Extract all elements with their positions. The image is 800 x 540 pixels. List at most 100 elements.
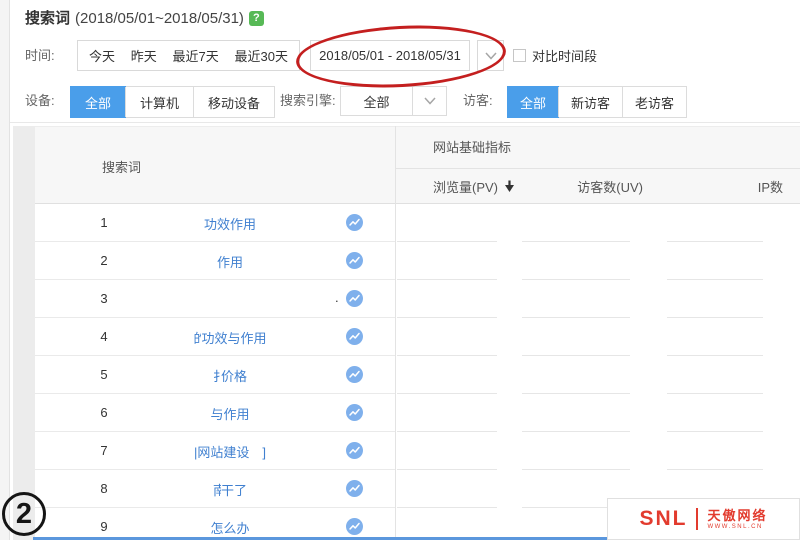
row-number: 3 <box>100 291 108 306</box>
page-title: 搜索词 (2018/05/01~2018/05/31)? <box>25 7 264 28</box>
keyword-link[interactable]: 功效作用 <box>204 214 256 233</box>
keyword-link[interactable]: 功效与作用 <box>201 328 266 347</box>
keyword-link[interactable]: 与作用 <box>210 404 249 423</box>
keyword-cell: 功效作用 <box>130 204 330 242</box>
step-number: 2 <box>15 497 33 530</box>
row-number: 8 <box>100 481 108 496</box>
help-icon[interactable]: ? <box>248 11 264 26</box>
logo-text-stack: 天傲网络 WWW.SNL.CN <box>707 507 768 530</box>
date-dropdown-button[interactable] <box>477 40 504 71</box>
keyword-link[interactable]: 干了 <box>221 480 247 499</box>
sort-desc-icon[interactable] <box>504 180 515 193</box>
col-header-uv[interactable]: 访客数(UV) <box>515 169 655 204</box>
chevron-down-icon <box>484 51 497 60</box>
table-row: 1 功效作用 <box>35 204 800 242</box>
keyword-partial: 南 <box>212 482 221 498</box>
logo-company-name: 天傲网络 <box>707 507 768 523</box>
report-date-range: (2018/05/01~2018/05/31) <box>75 10 244 27</box>
table-row: 7 |网站建设 ] <box>35 432 800 470</box>
row-dot: . <box>335 290 339 305</box>
trend-chart-icon[interactable] <box>346 480 363 497</box>
row-number: 7 <box>100 443 108 458</box>
time-option-yesterday[interactable]: 昨天 <box>131 46 157 65</box>
engine-selected-value: 全部 <box>363 94 390 110</box>
report-title: 搜索词 <box>25 10 71 27</box>
logo-brand: SNL <box>639 507 688 530</box>
table-body: 1 功效作用 2 作用 3 . 4 的 功效与作用 5 扌 价格 6 与作用 7… <box>35 204 800 540</box>
trend-chart-icon[interactable] <box>346 404 363 421</box>
trend-chart-icon[interactable] <box>346 518 363 535</box>
step-number-annotation: 2 <box>2 492 46 536</box>
visitor-option-all[interactable]: 全部 <box>508 87 559 117</box>
engine-dropdown-button[interactable] <box>412 87 446 115</box>
table-row: 5 扌价格 <box>35 356 800 394</box>
filter-panel: 搜索词 (2018/05/01~2018/05/31)? 时间: 今天 昨天 最近… <box>10 0 800 123</box>
device-option-all[interactable]: 全部 <box>71 87 126 117</box>
row-number: 6 <box>100 405 108 420</box>
trend-chart-icon[interactable] <box>346 252 363 269</box>
engine-select[interactable]: 全部 <box>340 86 447 116</box>
keyword-cell: 南干了 <box>130 470 330 508</box>
trend-chart-icon[interactable] <box>346 214 363 231</box>
keyword-partial: 扌 <box>212 368 221 384</box>
chevron-down-icon <box>423 97 436 105</box>
table-left-gutter <box>13 126 35 540</box>
engine-filter-label: 搜索引擎: <box>280 93 336 108</box>
row-number: 1 <box>100 215 108 230</box>
col-header-ip[interactable]: IP数 <box>655 169 800 204</box>
column-divider <box>395 126 396 540</box>
time-filter-label: 时间: <box>25 48 55 63</box>
watermark-logo: SNL 天傲网络 WWW.SNL.CN <box>607 498 800 540</box>
keyword-cell: 怎么办 <box>130 508 330 540</box>
time-quick-select-group: 今天 昨天 最近7天 最近30天 <box>77 40 300 71</box>
row-number: 4 <box>100 329 108 344</box>
keyword-link[interactable]: 作用 <box>217 252 243 271</box>
trend-chart-icon[interactable] <box>346 290 363 307</box>
col-group-site-metrics: 网站基础指标 <box>396 127 800 169</box>
table-header: 搜索词 网站基础指标 浏览量(PV) 访客数(UV) IP数 <box>35 126 800 204</box>
device-option-pc[interactable]: 计算机 <box>125 87 193 117</box>
logo-url: WWW.SNL.CN <box>707 523 763 530</box>
col-header-pv[interactable]: 浏览量(PV) <box>396 169 515 204</box>
search-words-table: 搜索词 网站基础指标 浏览量(PV) 访客数(UV) IP数 1 功效作用 2 … <box>35 126 800 540</box>
search-words-report: 搜索词 (2018/05/01~2018/05/31)? 时间: 今天 昨天 最近… <box>0 0 800 540</box>
keyword-cell <box>130 280 330 318</box>
table-row: 2 作用 <box>35 242 800 280</box>
keyword-cell: 的功效与作用 <box>130 318 330 356</box>
trend-chart-icon[interactable] <box>346 442 363 459</box>
pv-label: 浏览量(PV) <box>432 180 498 195</box>
table-row: 6 与作用 <box>35 394 800 432</box>
col-header-keyword: 搜索词 <box>102 159 142 175</box>
visitor-option-new[interactable]: 新访客 <box>558 87 622 117</box>
keyword-partial: 的 <box>193 330 202 346</box>
row-number: 5 <box>100 367 108 382</box>
keyword-cell: 与作用 <box>130 394 330 432</box>
table-row: 4 的功效与作用 <box>35 318 800 356</box>
time-option-last7days[interactable]: 最近7天 <box>173 46 219 65</box>
time-option-last30days[interactable]: 最近30天 <box>235 46 288 65</box>
time-option-today[interactable]: 今天 <box>89 46 115 65</box>
row-number: 2 <box>100 253 108 268</box>
date-range-input[interactable]: 2018/05/01 - 2018/05/31 <box>310 40 470 71</box>
device-filter-group: 全部 计算机 移动设备 <box>70 86 276 118</box>
keyword-link[interactable]: 价格 <box>221 366 247 385</box>
keyword-link[interactable]: 怎么办 <box>210 518 249 537</box>
keyword-cell: |网站建设 ] <box>130 432 330 470</box>
visitor-filter-group: 全部 新访客 老访客 <box>507 86 688 118</box>
compare-period: 对比时间段 <box>513 40 597 71</box>
visitor-option-returning[interactable]: 老访客 <box>622 87 686 117</box>
device-filter-label: 设备: <box>25 93 55 108</box>
compare-checkbox[interactable] <box>513 49 526 62</box>
device-option-mobile[interactable]: 移动设备 <box>193 87 274 117</box>
keyword-cell: 扌价格 <box>130 356 330 394</box>
keyword-cell: 作用 <box>130 242 330 280</box>
table-row: 3 . <box>35 280 800 318</box>
trend-chart-icon[interactable] <box>346 328 363 345</box>
logo-divider <box>696 508 699 530</box>
metric-headers: 浏览量(PV) 访客数(UV) IP数 <box>396 169 800 204</box>
collapsed-sidebar <box>0 0 10 540</box>
visitor-filter-label: 访客: <box>463 93 493 108</box>
row-number: 9 <box>100 519 108 534</box>
trend-chart-icon[interactable] <box>346 366 363 383</box>
keyword-link[interactable]: |网站建设 ] <box>194 442 266 461</box>
